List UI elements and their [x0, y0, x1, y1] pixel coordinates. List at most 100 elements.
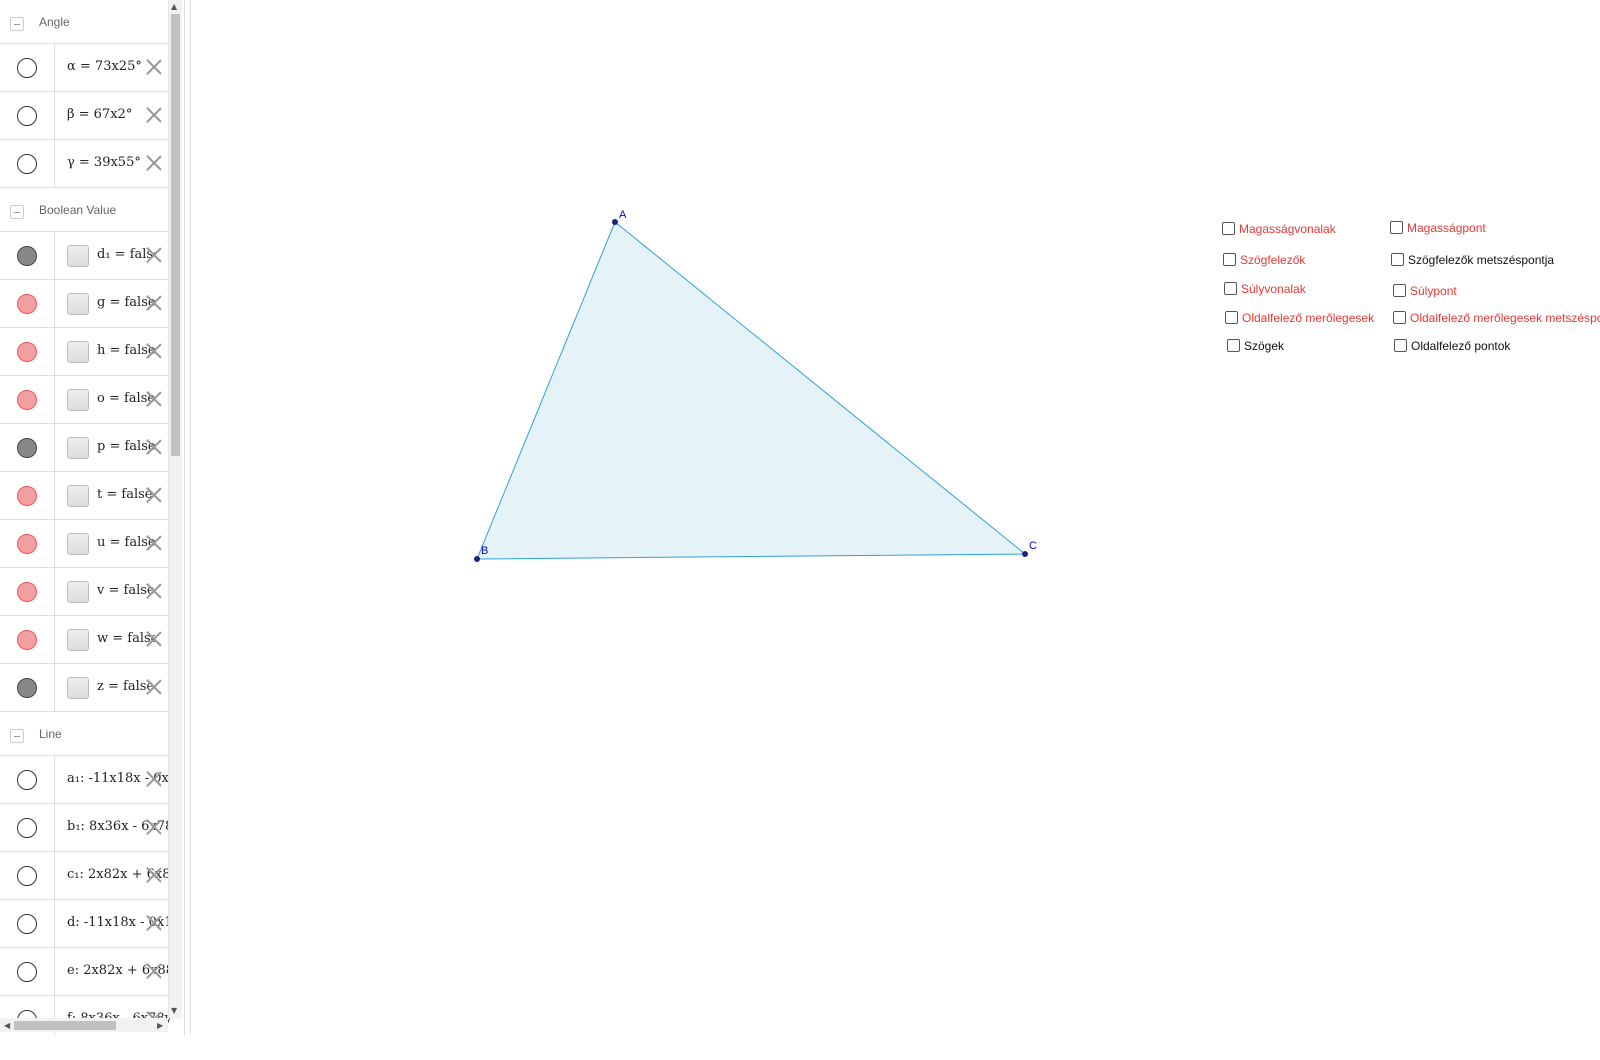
close-icon[interactable] — [146, 243, 162, 265]
visibility-toggle[interactable] — [17, 438, 37, 458]
checkbox-label[interactable]: Oldalfelező merőlegesek — [1242, 311, 1374, 325]
checkbox-box[interactable] — [1390, 221, 1403, 234]
close-icon[interactable] — [146, 435, 162, 457]
algebra-row[interactable]: g = false — [0, 280, 168, 328]
close-icon[interactable] — [146, 387, 162, 409]
boolean-checkbox[interactable] — [67, 245, 89, 267]
algebra-row[interactable]: c₁: 2x82x + 6x88y — [0, 852, 177, 900]
checkbox-label[interactable]: Magasságvonalak — [1239, 222, 1336, 236]
close-icon[interactable] — [146, 103, 162, 125]
checkbox-label[interactable]: Szögfelezők metszéspontja — [1408, 253, 1554, 267]
close-icon[interactable] — [146, 767, 162, 789]
checkbox-box[interactable] — [1222, 222, 1235, 235]
algebra-row[interactable]: p = false — [0, 424, 168, 472]
visibility-toggle[interactable] — [17, 914, 37, 934]
checkbox-box[interactable] — [1394, 339, 1407, 352]
checkbox-magasságvonalak[interactable]: Magasságvonalak — [1222, 222, 1336, 236]
minus-icon[interactable] — [10, 17, 24, 31]
minus-icon[interactable] — [10, 205, 24, 219]
scroll-up-icon[interactable]: ▲ — [171, 2, 177, 11]
visibility-toggle[interactable] — [17, 154, 37, 174]
point-label-c[interactable]: C — [1029, 540, 1037, 552]
algebra-row[interactable]: d₁ = false — [0, 232, 168, 280]
scroll-down-icon[interactable]: ▼ — [171, 1006, 177, 1015]
visibility-toggle[interactable] — [17, 866, 37, 886]
checkbox-szögfelezők[interactable]: Szögfelezők — [1223, 253, 1305, 267]
algebra-row[interactable]: w = false — [0, 616, 168, 664]
checkbox-label[interactable]: Oldalfelező merőlegesek metszéspontja — [1410, 311, 1600, 325]
checkbox-magasságpont[interactable]: Magasságpont — [1390, 221, 1486, 235]
checkbox-box[interactable] — [1393, 284, 1406, 297]
close-icon[interactable] — [146, 959, 162, 981]
algebra-row[interactable]: b₁: 8x36x - 6x78y — [0, 804, 177, 852]
point-a[interactable] — [612, 219, 618, 225]
checkbox-box[interactable] — [1391, 253, 1404, 266]
checkbox-label[interactable]: Oldalfelező pontok — [1411, 339, 1510, 353]
algebra-row[interactable]: α = 73x25° — [0, 44, 168, 92]
horizontal-scrollbar-thumb[interactable] — [14, 1021, 116, 1030]
scroll-right-icon[interactable]: ▶ — [157, 1021, 163, 1030]
close-icon[interactable] — [146, 151, 162, 173]
triangle-polygon[interactable] — [476, 221, 1027, 560]
checkbox-label[interactable]: Szögfelezők — [1240, 253, 1305, 267]
boolean-checkbox[interactable] — [67, 581, 89, 603]
algebra-row[interactable]: t = false — [0, 472, 168, 520]
scroll-left-icon[interactable]: ◀ — [4, 1021, 10, 1030]
algebra-row[interactable]: v = false — [0, 568, 168, 616]
visibility-toggle[interactable] — [17, 818, 37, 838]
visibility-toggle[interactable] — [17, 58, 37, 78]
visibility-toggle[interactable] — [17, 630, 37, 650]
boolean-checkbox[interactable] — [67, 389, 89, 411]
visibility-toggle[interactable] — [17, 534, 37, 554]
algebra-row[interactable]: γ = 39x55° — [0, 140, 168, 188]
graphics-canvas[interactable]: A B C — [191, 0, 1600, 1056]
boolean-checkbox[interactable] — [67, 629, 89, 651]
checkbox-label[interactable]: Súlyvonalak — [1241, 282, 1306, 296]
close-icon[interactable] — [146, 627, 162, 649]
checkbox-oldalfelező-merőlegesek[interactable]: Oldalfelező merőlegesek — [1225, 311, 1374, 325]
checkbox-oldalfelező-merőlegesek-metszéspontja[interactable]: Oldalfelező merőlegesek metszéspontja — [1393, 311, 1600, 325]
close-icon[interactable] — [146, 339, 162, 361]
close-icon[interactable] — [146, 675, 162, 697]
algebra-row[interactable]: d: -11x18x - 0x1y — [0, 900, 177, 948]
boolean-checkbox[interactable] — [67, 533, 89, 555]
algebra-row[interactable]: z = false — [0, 664, 168, 712]
checkbox-súlypont[interactable]: Súlypont — [1393, 284, 1457, 298]
checkbox-box[interactable] — [1227, 339, 1240, 352]
point-label-a[interactable]: A — [619, 209, 627, 221]
boolean-checkbox[interactable] — [67, 341, 89, 363]
minus-icon[interactable] — [10, 729, 24, 743]
checkbox-oldalfelező-pontok[interactable]: Oldalfelező pontok — [1394, 339, 1510, 353]
visibility-toggle[interactable] — [17, 342, 37, 362]
visibility-toggle[interactable] — [17, 582, 37, 602]
algebra-row[interactable]: o = false — [0, 376, 168, 424]
checkbox-label[interactable]: Súlypont — [1410, 284, 1457, 298]
close-icon[interactable] — [146, 911, 162, 933]
algebra-row[interactable]: e: 2x82x + 6x88y — [0, 948, 177, 996]
boolean-checkbox[interactable] — [67, 677, 89, 699]
point-c[interactable] — [1022, 551, 1028, 557]
checkbox-box[interactable] — [1393, 311, 1406, 324]
boolean-checkbox[interactable] — [67, 485, 89, 507]
boolean-checkbox[interactable] — [67, 293, 89, 315]
algebra-row[interactable]: h = false — [0, 328, 168, 376]
checkbox-label[interactable]: Magasságpont — [1407, 221, 1486, 235]
visibility-toggle[interactable] — [17, 246, 37, 266]
boolean-checkbox[interactable] — [67, 437, 89, 459]
checkbox-szögek[interactable]: Szögek — [1227, 339, 1284, 353]
visibility-toggle[interactable] — [17, 106, 37, 126]
vertical-scrollbar-thumb[interactable] — [171, 14, 180, 456]
algebra-row[interactable]: u = false — [0, 520, 168, 568]
point-b[interactable] — [474, 556, 480, 562]
algebra-row[interactable]: β = 67x2° — [0, 92, 168, 140]
view-splitter[interactable] — [184, 0, 191, 1035]
checkbox-box[interactable] — [1224, 282, 1237, 295]
checkbox-box[interactable] — [1223, 253, 1236, 266]
close-icon[interactable] — [146, 579, 162, 601]
point-label-b[interactable]: B — [481, 545, 488, 557]
visibility-toggle[interactable] — [17, 770, 37, 790]
checkbox-szögfelezők-metszéspontja[interactable]: Szögfelezők metszéspontja — [1391, 253, 1554, 267]
checkbox-label[interactable]: Szögek — [1244, 339, 1284, 353]
close-icon[interactable] — [146, 815, 162, 837]
algebra-row[interactable]: a₁: -11x18x - 0x1y — [0, 756, 177, 804]
